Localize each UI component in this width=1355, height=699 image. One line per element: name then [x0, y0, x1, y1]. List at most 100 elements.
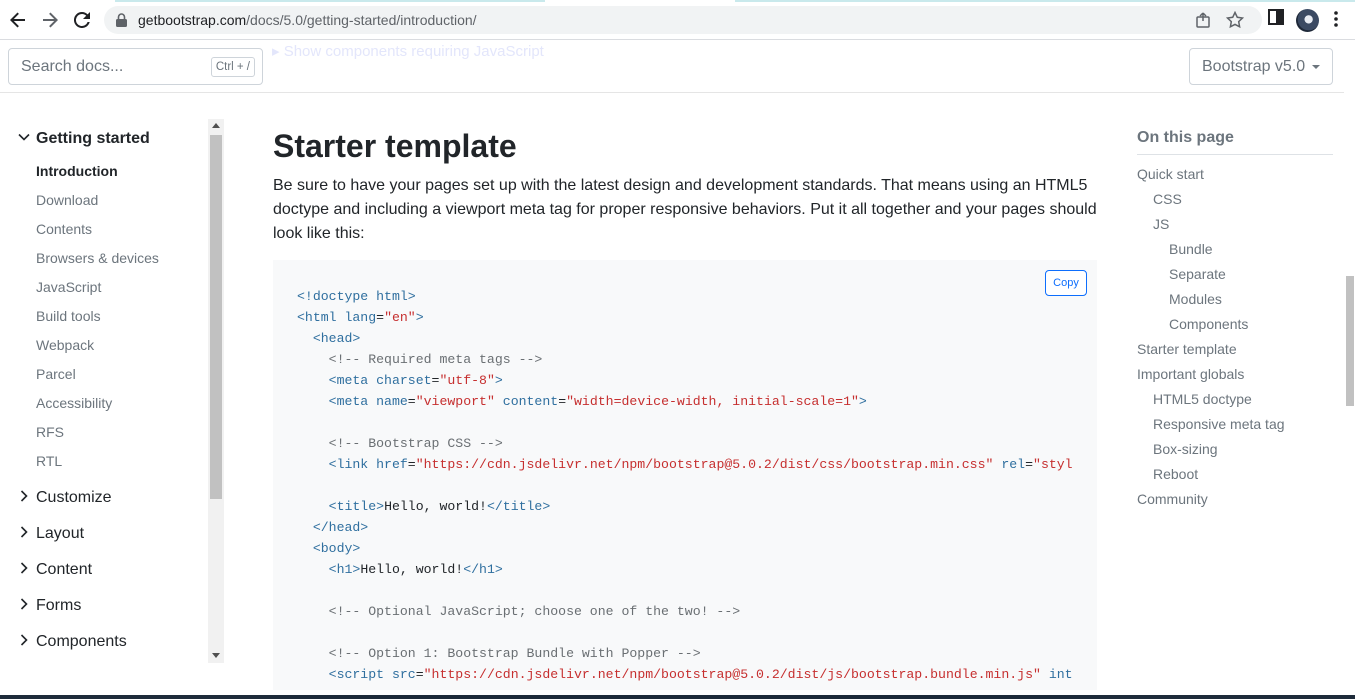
code-token: <!-- Required meta tags --> [328, 352, 543, 367]
sidebar-group-content[interactable]: Content [18, 561, 92, 579]
profile-avatar[interactable] [1296, 9, 1319, 32]
code-token: Hello, world! [384, 499, 487, 514]
toc-link-quick-start[interactable]: Quick start [1137, 166, 1204, 182]
lock-icon[interactable] [116, 13, 127, 32]
toc-link-bundle[interactable]: Bundle [1169, 241, 1213, 257]
sidebar-item-build-tools[interactable]: Build tools [36, 308, 101, 324]
code-token: "viewport" [415, 394, 495, 409]
sidebar-group-forms[interactable]: Forms [18, 597, 81, 615]
sidebar-scrollbar[interactable] [208, 119, 224, 663]
toc-link-components[interactable]: Components [1169, 316, 1248, 332]
sidebar-item-javascript[interactable]: JavaScript [36, 279, 101, 295]
search-input[interactable]: Search docs... Ctrl + / [8, 48, 263, 85]
star-icon[interactable] [1225, 10, 1245, 29]
code-token: = [407, 394, 416, 409]
sidebar-item-accessibility[interactable]: Accessibility [36, 395, 112, 411]
scroll-down-arrow-icon[interactable] [212, 653, 220, 658]
code-token: = [376, 310, 385, 325]
sidebar-item-rtl[interactable]: RTL [36, 453, 62, 469]
code-token: name [376, 394, 408, 409]
chevron-down-icon [1312, 65, 1320, 69]
code-token: rel [1001, 457, 1026, 472]
share-icon[interactable] [1195, 11, 1213, 29]
toc-link-box-sizing[interactable]: Box-sizing [1153, 441, 1218, 457]
back-arrow-icon[interactable] [6, 8, 30, 32]
scroll-up-arrow-icon[interactable] [212, 123, 220, 128]
code-line: <link href="https://cdn.jsdelivr.net/npm… [297, 454, 1073, 475]
code-token: charset [376, 373, 432, 388]
sidebar-group-components[interactable]: Components [18, 633, 127, 651]
code-token: "utf-8" [439, 373, 495, 388]
search-shortcut-hint: Ctrl + / [210, 57, 255, 77]
scrollbar-thumb[interactable] [210, 135, 222, 499]
toc-link-starter-template[interactable]: Starter template [1137, 341, 1237, 357]
toc-link-css[interactable]: CSS [1153, 191, 1182, 207]
code-token: = [415, 667, 424, 682]
kebab-menu-icon[interactable] [1334, 11, 1338, 32]
sidebar-item-rfs[interactable]: RFS [36, 424, 64, 440]
sidebar-item-parcel[interactable]: Parcel [36, 366, 76, 382]
sidebar-group-getting-started[interactable]: Getting started [18, 130, 150, 148]
reload-icon[interactable] [70, 8, 94, 32]
code-line: <head> [297, 328, 1073, 349]
version-dropdown[interactable]: Bootstrap v5.0 [1189, 48, 1333, 85]
code-token: <!-- Bootstrap CSS --> [328, 436, 503, 451]
search-placeholder: Search docs... [21, 58, 124, 75]
toc-link-html5-doctype[interactable]: HTML5 doctype [1153, 391, 1252, 407]
page-scrollbar-thumb[interactable] [1346, 276, 1354, 406]
address-bar[interactable]: getbootstrap.com/docs/5.0/getting-starte… [104, 6, 1262, 34]
page-scrollbar[interactable] [1344, 40, 1355, 696]
sidebar-item-browsers-devices[interactable]: Browsers & devices [36, 250, 159, 266]
version-label: Bootstrap v5.0 [1202, 58, 1306, 75]
sidebar-item-introduction[interactable]: Introduction [36, 163, 118, 179]
sidebar-group-customize[interactable]: Customize [18, 489, 112, 507]
code-token: <link [328, 457, 377, 472]
toc-link-modules[interactable]: Modules [1169, 291, 1222, 307]
sidebar-group-label: Layout [36, 525, 85, 542]
code-token: "https://cdn.jsdelivr.net/npm/bootstrap@… [423, 667, 1041, 682]
code-token: Hello, world! [360, 562, 464, 577]
section-title: Starter template [273, 128, 517, 164]
sidebar-group-label: Content [36, 561, 93, 578]
sidebar-group-label: Customize [36, 489, 112, 506]
code-line: <!-- Required meta tags --> [297, 349, 1073, 370]
code-token: integr [1048, 667, 1073, 682]
toc-link-separate[interactable]: Separate [1169, 266, 1226, 282]
sidebar-item-contents[interactable]: Contents [36, 221, 92, 237]
sidebar-group-label: Components [36, 633, 127, 650]
code-line: </head> [297, 517, 1073, 538]
url-host: getbootstrap.com [138, 12, 247, 28]
chevron-right-icon [18, 633, 32, 651]
toc-link-community[interactable]: Community [1137, 491, 1208, 507]
code-line: <script src="https://cdn.jsdelivr.net/np… [297, 664, 1073, 685]
side-panel-icon[interactable] [1268, 9, 1284, 30]
toc-link-important-globals[interactable]: Important globals [1137, 366, 1244, 382]
code-line: <meta charset="utf-8"> [297, 370, 1073, 391]
sidebar-item-download[interactable]: Download [36, 192, 98, 208]
url-text[interactable]: getbootstrap.com/docs/5.0/getting-starte… [138, 12, 477, 28]
toc-link-js[interactable]: JS [1153, 216, 1169, 232]
taskbar-edge [0, 695, 1355, 699]
toc-link-responsive-meta-tag[interactable]: Responsive meta tag [1153, 416, 1285, 432]
code-line: <meta name="viewport" content="width=dev… [297, 391, 1073, 412]
code-token: <html [297, 310, 345, 325]
code-token: src [391, 667, 416, 682]
code-token: > [415, 310, 424, 325]
code-token: <h1> [328, 562, 361, 577]
forward-arrow-icon[interactable] [38, 8, 62, 32]
code-token: = [558, 394, 567, 409]
toc-title: On this page [1137, 129, 1234, 146]
sidebar-group-layout[interactable]: Layout [18, 525, 84, 543]
code-token: </head> [312, 520, 369, 535]
toc-link-reboot[interactable]: Reboot [1153, 466, 1198, 482]
sidebar-item-webpack[interactable]: Webpack [36, 337, 94, 353]
